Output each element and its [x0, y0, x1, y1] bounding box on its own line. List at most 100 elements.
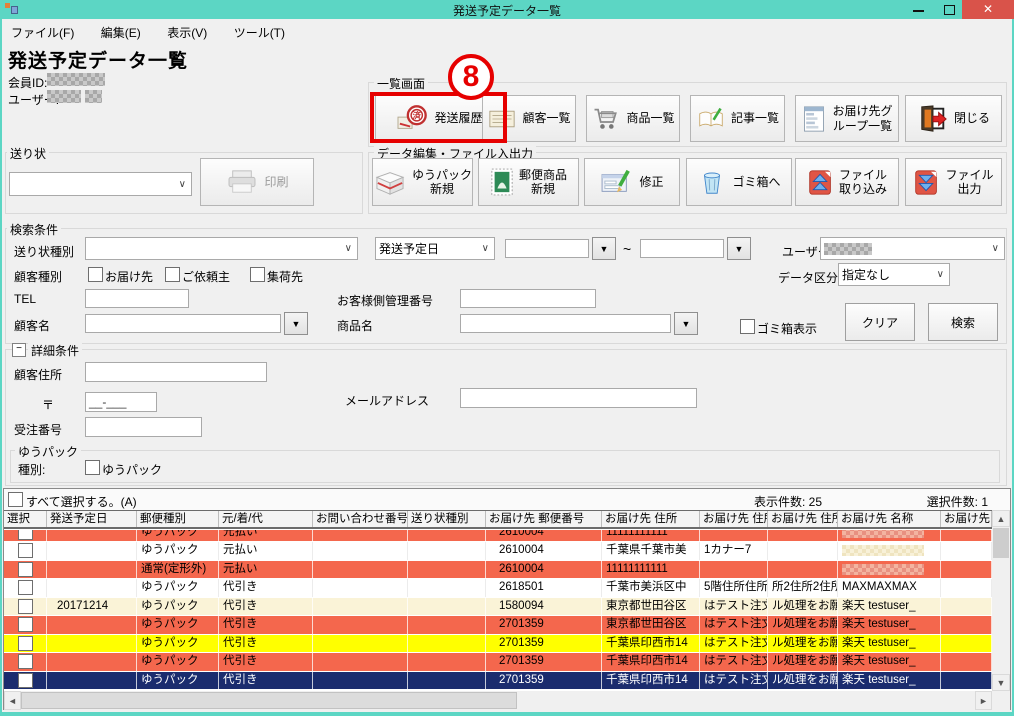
column-header[interactable]: 郵便種別: [137, 511, 219, 527]
tel-input[interactable]: [85, 289, 189, 308]
menu-view[interactable]: 表示(V): [156, 19, 218, 45]
date-to-input[interactable]: [640, 239, 724, 258]
date-type-select[interactable]: 発送予定日 ∨: [375, 237, 495, 260]
horizontal-scrollbar[interactable]: ◄ ►: [4, 691, 992, 710]
search-button[interactable]: 検索: [928, 303, 998, 341]
row-select-checkbox[interactable]: [18, 654, 33, 669]
pickup-checkbox[interactable]: [250, 267, 265, 282]
maximize-button[interactable]: [936, 0, 962, 19]
table-cell: [768, 542, 838, 560]
data-class-select[interactable]: 指定なし ∨: [838, 263, 950, 286]
table-row[interactable]: 通常(定形外)元払い261000411111111111: [4, 561, 992, 580]
date-from-input[interactable]: [505, 239, 589, 258]
column-header[interactable]: お問い合わせ番号: [313, 511, 408, 527]
row-select-checkbox[interactable]: ✓: [18, 673, 33, 688]
file-import-button[interactable]: ファイル 取り込み: [795, 158, 899, 206]
article-list-button[interactable]: 記事一覧: [690, 95, 785, 142]
table-row[interactable]: ✓ゆうパック代引き2701359千葉県印西市14はテスト注文です。ル処理をお願い…: [4, 672, 992, 691]
column-header[interactable]: お届け先 住所3: [768, 511, 838, 527]
column-header[interactable]: お届け先 住所: [602, 511, 700, 527]
scroll-right-button[interactable]: ►: [975, 691, 992, 710]
delivery-group-list-button[interactable]: お届け先グ ループ一覧: [795, 95, 899, 142]
row-select-checkbox[interactable]: [18, 543, 33, 558]
table-row[interactable]: ゆうパック代引き2618501千葉市美浜区中5階住所住所住所2住所2住所2MAX…: [4, 579, 992, 598]
clear-button[interactable]: クリア: [845, 303, 915, 341]
vertical-scrollbar-thumb[interactable]: [993, 528, 1009, 558]
close-window-button[interactable]: 閉じる: [905, 95, 1002, 142]
product-list-button[interactable]: 商品一覧: [586, 95, 680, 142]
column-header[interactable]: 元/着/代: [219, 511, 313, 527]
row-select-checkbox[interactable]: [18, 636, 33, 651]
table-cell: [941, 542, 992, 560]
row-select-checkbox[interactable]: [18, 580, 33, 595]
menu-file[interactable]: ファイル(F): [0, 19, 85, 45]
close-button[interactable]: ✕: [962, 0, 1014, 19]
customer-name-dropdown-button[interactable]: ▼: [284, 312, 308, 335]
customer-name-input[interactable]: [85, 314, 281, 333]
horizontal-scrollbar-thumb[interactable]: [21, 692, 517, 709]
scroll-up-button[interactable]: ▲: [992, 510, 1010, 527]
row-select-checkbox[interactable]: [18, 617, 33, 632]
row-select-cell: [4, 598, 47, 616]
trash-display-checkbox[interactable]: [740, 319, 755, 334]
row-select-checkbox[interactable]: [18, 599, 33, 614]
trash-icon: [697, 167, 727, 197]
column-header[interactable]: 送り状種別: [408, 511, 486, 527]
table-row[interactable]: ゆうパック元払い2610004千葉県千葉市美1カナー7: [4, 542, 992, 561]
column-header[interactable]: 発送予定日: [47, 511, 137, 527]
sender-checkbox[interactable]: [165, 267, 180, 282]
column-header[interactable]: お届け先 郵便番号: [486, 511, 602, 527]
table-cell: ゆうパック: [137, 672, 219, 690]
customer-mgmt-no-input[interactable]: [460, 289, 596, 308]
table-row[interactable]: ゆうパック元払い261000411111111111: [4, 530, 992, 542]
collapse-toggle[interactable]: −: [12, 343, 26, 357]
email-input[interactable]: [460, 388, 697, 408]
dropdown-arrow-icon: ▼: [682, 319, 691, 329]
column-header[interactable]: 選択: [4, 511, 47, 527]
product-name-input[interactable]: [460, 314, 671, 333]
table-cell: [47, 561, 137, 579]
table-row[interactable]: ゆうパック代引き2701359千葉県印西市14はテスト注文です。ル処理をお願いし…: [4, 653, 992, 672]
select-all-checkbox[interactable]: [8, 492, 23, 507]
display-count: 表示件数: 25: [754, 493, 822, 510]
minimize-button[interactable]: [906, 0, 932, 19]
scroll-down-button[interactable]: ▼: [992, 674, 1010, 691]
table-cell: 千葉県印西市14: [602, 672, 700, 690]
table-cell: 楽天 testuser_: [838, 653, 941, 671]
menu-tools[interactable]: ツール(T): [223, 19, 296, 45]
column-header[interactable]: お届け先: [941, 511, 992, 527]
invoice-type-select[interactable]: ∨: [85, 237, 358, 260]
postal-input[interactable]: __-___: [85, 392, 157, 412]
row-select-cell: [4, 635, 47, 653]
postal-product-new-button[interactable]: 郵便商品 新規: [478, 158, 579, 206]
table-row[interactable]: ゆうパック代引き2701359東京都世田谷区はテスト注文です。ル処理をお願いし楽…: [4, 616, 992, 635]
row-select-checkbox[interactable]: [18, 530, 33, 540]
date-from-picker-button[interactable]: ▼: [592, 237, 616, 260]
column-header[interactable]: お届け先 住所2: [700, 511, 768, 527]
table-row[interactable]: ゆうパック代引き2701359千葉県印西市14はテスト注文です。ル処理をお願いし…: [4, 635, 992, 654]
edit-button[interactable]: 修正: [584, 158, 680, 206]
yupack-new-button[interactable]: ゆうパック 新規: [372, 158, 473, 206]
table-cell: [408, 579, 486, 597]
customer-address-input[interactable]: [85, 362, 267, 382]
row-select-checkbox[interactable]: [18, 562, 33, 577]
menu-bar: ファイル(F) 編集(E) 表示(V) ツール(T): [0, 19, 1014, 45]
delivery-dest-checkbox[interactable]: [88, 267, 103, 282]
print-button[interactable]: 印刷: [200, 158, 314, 206]
menu-edit[interactable]: 編集(E): [90, 19, 152, 45]
search-group-label: 検索条件: [7, 221, 61, 238]
invoice-select[interactable]: ∨: [9, 172, 192, 196]
table-row[interactable]: 20171214ゆうパック代引き1580094東京都世田谷区はテスト注文です。ル…: [4, 598, 992, 617]
search-user-select[interactable]: ∨: [820, 237, 1005, 260]
column-header[interactable]: お届け先 名称: [838, 511, 941, 527]
yupack-checkbox[interactable]: [85, 460, 100, 475]
to-trash-button[interactable]: ゴミ箱へ: [686, 158, 792, 206]
order-no-input[interactable]: [85, 417, 202, 437]
table-cell: ゆうパック: [137, 598, 219, 616]
file-export-button[interactable]: ファイル 出力: [905, 158, 1002, 206]
product-name-dropdown-button[interactable]: ▼: [674, 312, 698, 335]
vertical-scrollbar[interactable]: ▲ ▼: [992, 510, 1010, 691]
date-to-picker-button[interactable]: ▼: [727, 237, 751, 260]
table-cell: [313, 579, 408, 597]
scroll-left-button[interactable]: ◄: [4, 691, 21, 710]
